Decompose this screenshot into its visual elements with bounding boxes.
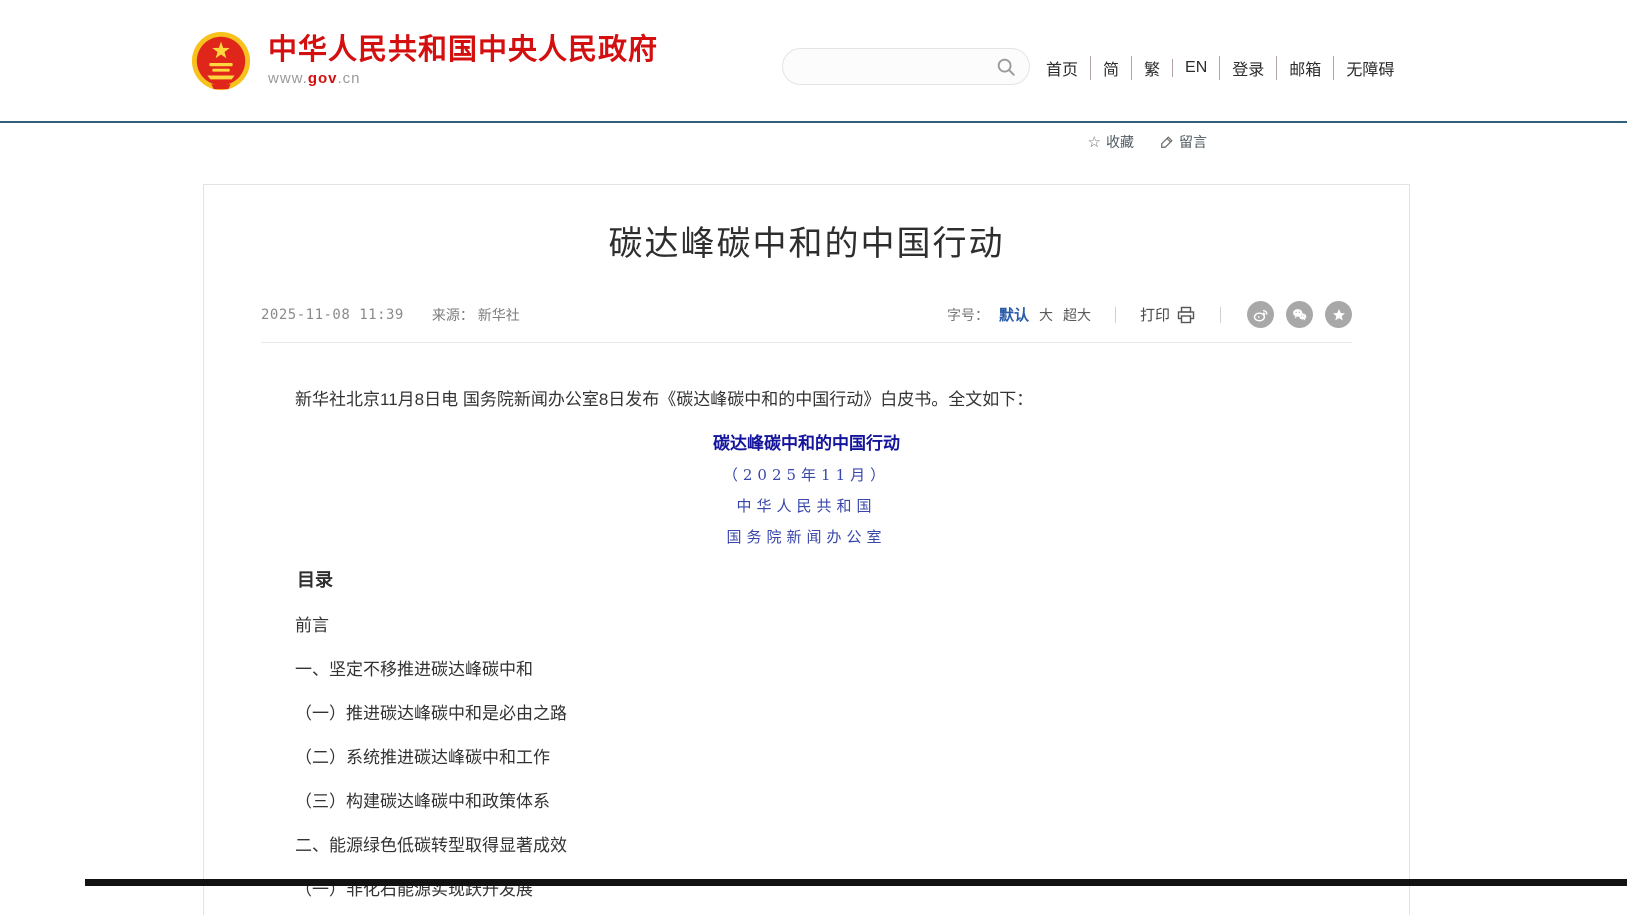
page-tools: ☆ 收藏 留言: [1088, 132, 1207, 152]
article-meta-row: 2025-11-08 11:39 来源： 新华社 字号： 默认 大 超大 打印: [261, 301, 1352, 343]
toc-item-1-3: （三）构建碳达峰碳中和政策体系: [261, 791, 1352, 812]
favorite-button[interactable]: ☆ 收藏: [1088, 132, 1134, 152]
comment-label: 留言: [1179, 132, 1207, 152]
site-brand[interactable]: 中华人民共和国中央人民政府 www.gov.cn: [190, 30, 658, 92]
comment-button[interactable]: 留言: [1160, 132, 1207, 152]
nav-item-accessibility[interactable]: 无障碍: [1333, 56, 1394, 80]
brand-text: 中华人民共和国中央人民政府 www.gov.cn: [268, 35, 658, 87]
article-title: 碳达峰碳中和的中国行动: [261, 223, 1352, 265]
toc-heading: 目录: [261, 570, 1352, 591]
source-label: 来源：: [432, 307, 474, 323]
national-emblem-logo: [190, 30, 252, 92]
site-url-suffix: .cn: [338, 70, 361, 87]
font-size-default-button[interactable]: 默认: [999, 304, 1029, 325]
article-card: 碳达峰碳中和的中国行动 2025-11-08 11:39 来源： 新华社 字号：…: [203, 184, 1410, 915]
site-title[interactable]: 中华人民共和国中央人民政府: [268, 35, 658, 65]
header-divider-line: [0, 121, 1627, 123]
pen-icon: [1160, 135, 1174, 149]
search-box[interactable]: [782, 48, 1030, 85]
font-size-large-button[interactable]: 大: [1039, 305, 1053, 325]
document-date: （2025年11月）: [261, 467, 1352, 484]
print-button[interactable]: 打印: [1140, 304, 1196, 325]
site-url-gov: gov: [308, 70, 338, 87]
share-wechat-button[interactable]: [1286, 301, 1313, 328]
meta-divider-2: [1220, 307, 1221, 323]
bottom-bar: [85, 879, 1627, 886]
toc-item-preface: 前言: [261, 615, 1352, 636]
publish-date: 2025-11-08 11:39: [261, 307, 404, 323]
source: 来源： 新华社: [432, 305, 520, 325]
meta-divider-1: [1115, 307, 1116, 323]
search-icon[interactable]: [995, 56, 1017, 78]
star-icon: [1331, 307, 1347, 323]
toc-item-section1: 一、坚定不移推进碳达峰碳中和: [261, 659, 1352, 680]
site-url[interactable]: www.gov.cn: [268, 70, 658, 87]
page: 中华人民共和国中央人民政府 www.gov.cn 首页 简 繁 EN 登录 邮箱…: [0, 0, 1627, 915]
source-value[interactable]: 新华社: [478, 307, 520, 323]
weibo-icon: [1252, 306, 1269, 323]
top-nav: 首页 简 繁 EN 登录 邮箱 无障碍: [1046, 56, 1394, 80]
share-weibo-button[interactable]: [1247, 301, 1274, 328]
document-issuer-line1: 中华人民共和国: [261, 498, 1352, 515]
site-header: 中华人民共和国中央人民政府 www.gov.cn 首页 简 繁 EN 登录 邮箱…: [0, 0, 1627, 122]
nav-item-mail[interactable]: 邮箱: [1276, 56, 1321, 80]
font-size-xlarge-button[interactable]: 超大: [1063, 305, 1091, 325]
site-url-prefix: www.: [268, 70, 308, 87]
star-outline-icon: ☆: [1088, 133, 1101, 151]
printer-icon: [1176, 305, 1196, 325]
print-label: 打印: [1140, 304, 1170, 325]
nav-item-home[interactable]: 首页: [1046, 56, 1078, 80]
toc-item-section2: 二、能源绿色低碳转型取得显著成效: [261, 835, 1352, 856]
nav-item-login[interactable]: 登录: [1219, 56, 1264, 80]
nav-item-english[interactable]: EN: [1172, 59, 1207, 77]
article-meta-right: 字号： 默认 大 超大 打印: [947, 301, 1352, 328]
nav-item-simplified[interactable]: 简: [1090, 56, 1119, 80]
favorite-label: 收藏: [1106, 132, 1134, 152]
wechat-icon: [1291, 306, 1308, 323]
document-body: 新华社北京11月8日电 国务院新闻办公室8日发布《碳达峰碳中和的中国行动》白皮书…: [261, 389, 1352, 900]
share-favorite-button[interactable]: [1325, 301, 1352, 328]
font-size-label: 字号：: [947, 305, 989, 325]
toc-item-1-1: （一）推进碳达峰碳中和是必由之路: [261, 703, 1352, 724]
nav-item-traditional[interactable]: 繁: [1131, 56, 1160, 80]
article-meta-left: 2025-11-08 11:39 来源： 新华社: [261, 305, 520, 325]
search-input[interactable]: [801, 58, 995, 76]
document-issuer-line2: 国务院新闻办公室: [261, 529, 1352, 546]
document-title: 碳达峰碳中和的中国行动: [261, 433, 1352, 454]
toc-item-1-2: （二）系统推进碳达峰碳中和工作: [261, 747, 1352, 768]
intro-paragraph: 新华社北京11月8日电 国务院新闻办公室8日发布《碳达峰碳中和的中国行动》白皮书…: [261, 389, 1352, 410]
